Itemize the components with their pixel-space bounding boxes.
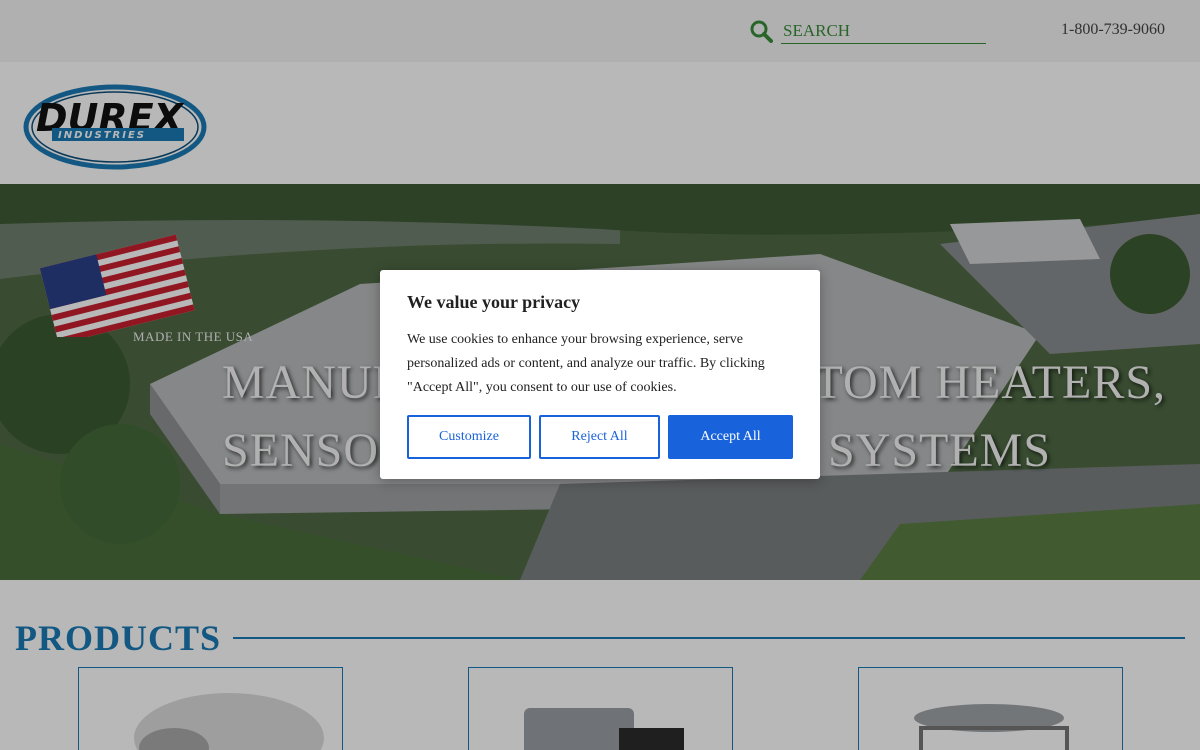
cookie-consent-modal: We value your privacy We use cookies to … <box>380 270 820 479</box>
customize-button[interactable]: Customize <box>407 415 531 459</box>
cookie-modal-body: We use cookies to enhance your browsing … <box>407 332 765 395</box>
cookie-modal-title: We value your privacy <box>407 292 581 312</box>
reject-all-button[interactable]: Reject All <box>539 415 660 459</box>
accept-all-button[interactable]: Accept All <box>668 415 793 459</box>
